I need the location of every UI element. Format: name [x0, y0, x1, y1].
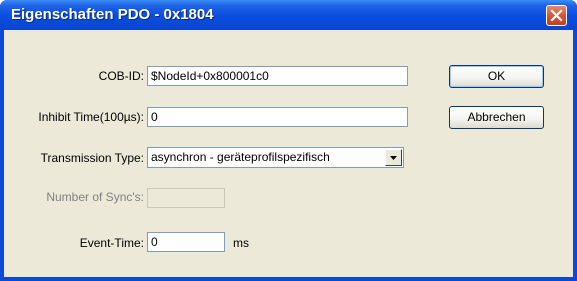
event-time-label: Event-Time:: [79, 236, 144, 250]
number-of-syncs-input: [147, 188, 225, 208]
transmission-type-label: Transmission Type:: [40, 151, 144, 165]
title-bar[interactable]: Eigenschaften PDO - 0x1804: [0, 0, 577, 30]
cob-id-label: COB-ID:: [98, 69, 144, 83]
transmission-type-value: asynchron - geräteprofilspezifisch: [151, 150, 330, 164]
cancel-button[interactable]: Abbrechen: [449, 106, 544, 129]
inhibit-time-label: Inhibit Time(100µs):: [38, 110, 144, 124]
transmission-type-dropdown-button[interactable]: [385, 149, 402, 166]
cob-id-input[interactable]: $NodeId+0x800001c0: [147, 66, 408, 86]
event-time-unit: ms: [233, 236, 249, 250]
event-time-input[interactable]: 0: [147, 232, 225, 252]
dialog-window: Eigenschaften PDO - 0x1804 COB-ID: $Node…: [0, 0, 577, 281]
inhibit-time-input[interactable]: 0: [147, 107, 408, 127]
close-button[interactable]: [546, 5, 567, 26]
chevron-down-icon: [390, 156, 397, 160]
transmission-type-select[interactable]: asynchron - geräteprofilspezifisch: [147, 147, 404, 168]
ok-button[interactable]: OK: [449, 65, 544, 88]
number-of-syncs-label: Number of Sync's:: [46, 190, 144, 204]
close-icon: [550, 9, 563, 22]
window-title: Eigenschaften PDO - 0x1804: [11, 6, 214, 23]
dialog-body: COB-ID: $NodeId+0x800001c0 Inhibit Time(…: [4, 30, 573, 277]
